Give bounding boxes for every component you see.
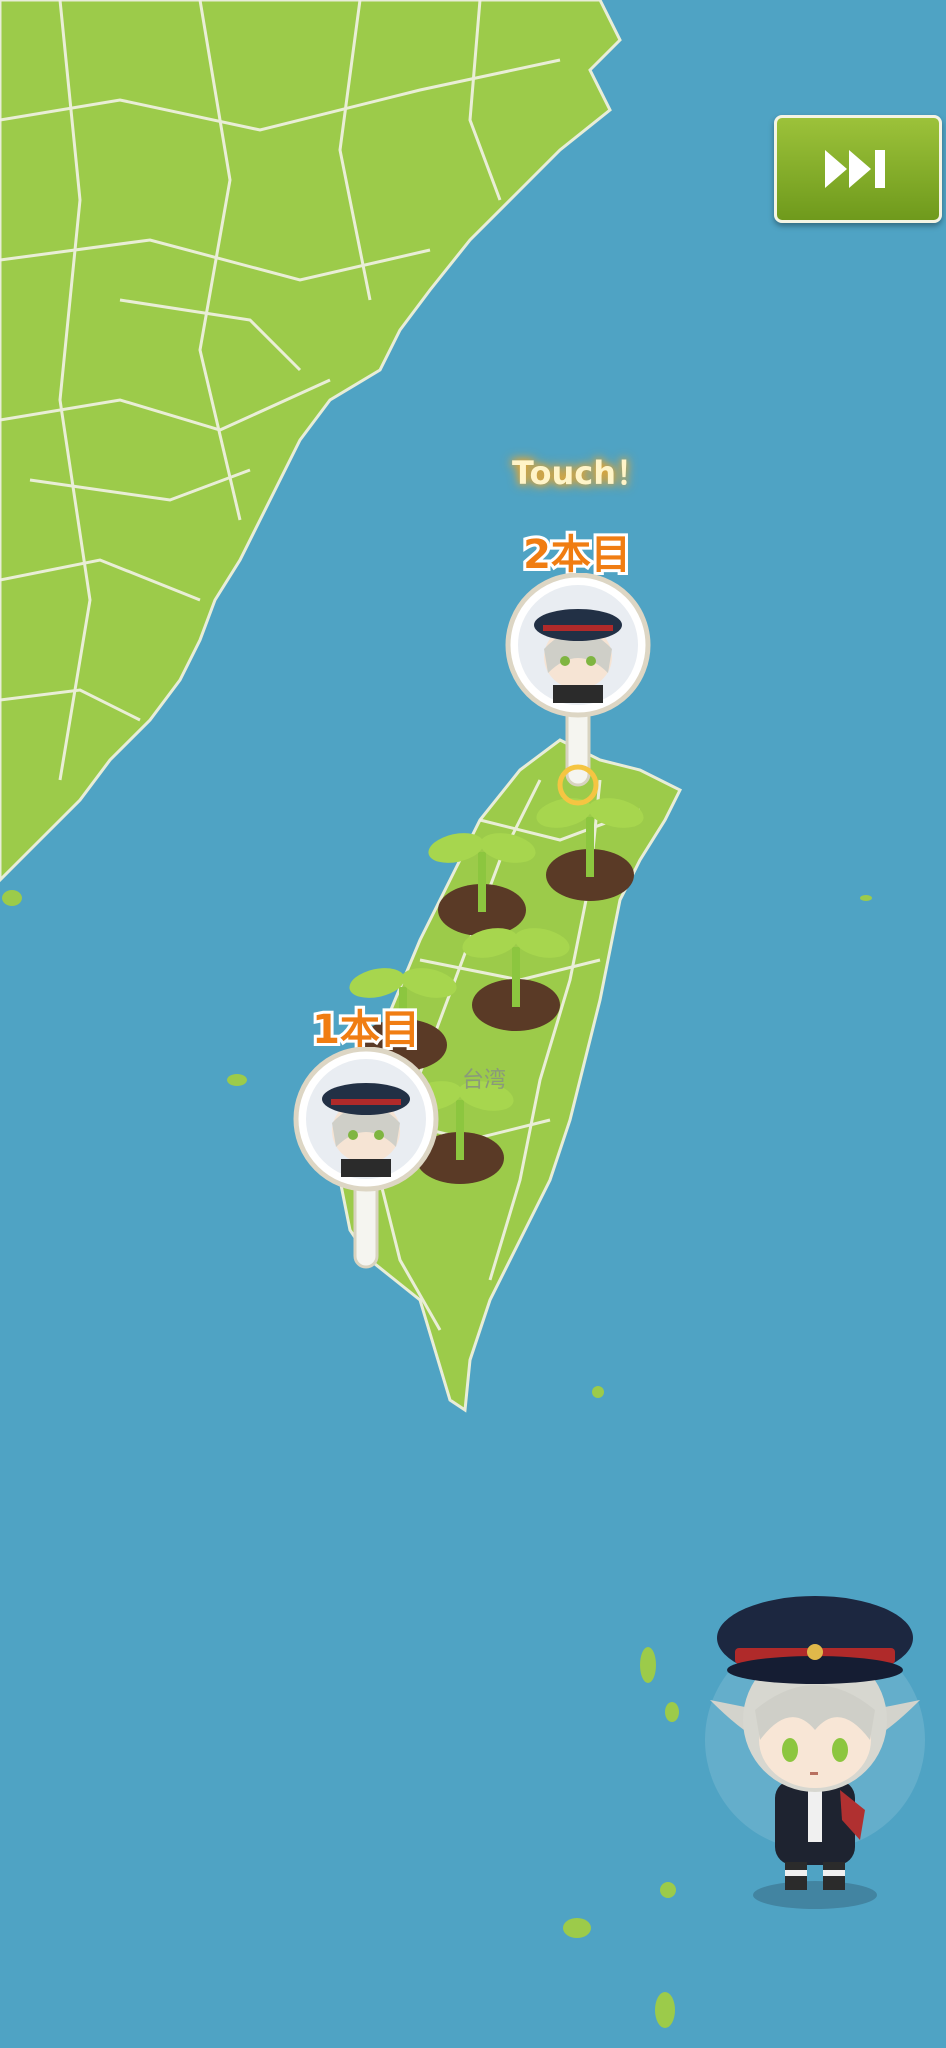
pin-label-second: 2本目 [520, 529, 634, 581]
character-portrait-icon [293, 1046, 439, 1269]
chibi-character[interactable] [700, 1590, 930, 1924]
pin-first[interactable] [291, 1046, 441, 1281]
pin-second[interactable] [503, 572, 653, 817]
game-stage: 台湾 Touch！ 2本目 1本目 [0, 0, 946, 2048]
touch-prompt: Touch！ [511, 454, 649, 492]
sprout-icon [428, 833, 536, 936]
skip-button[interactable] [774, 115, 942, 223]
sprout-icon [462, 928, 570, 1031]
fast-forward-icon [825, 150, 885, 188]
character-portrait-icon [505, 572, 651, 806]
place-label-taiwan: 台湾 [462, 1068, 507, 1093]
chibi-character-icon [705, 1596, 925, 1909]
